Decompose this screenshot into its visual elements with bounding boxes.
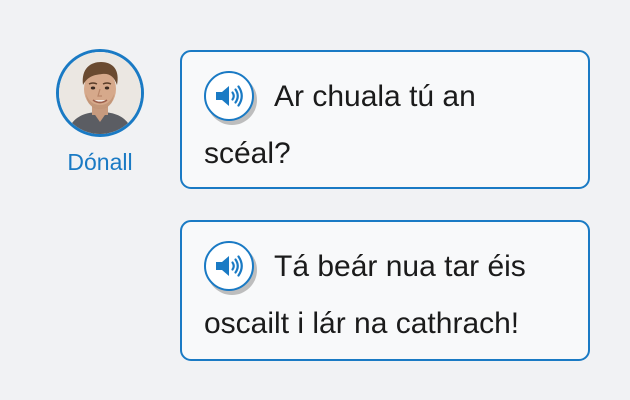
message-bubble: Tá beár nua tar éis oscailt i lár na cat… [180, 220, 590, 361]
message-bubble: Ar chuala tú an scéal? [180, 50, 590, 189]
speaker-portrait-icon [59, 52, 141, 134]
play-audio-button[interactable] [204, 241, 254, 291]
speaker-icon [216, 255, 243, 277]
speaker-avatar [56, 49, 144, 137]
play-audio-button[interactable] [204, 71, 254, 121]
speaker-icon [216, 85, 243, 107]
speaker-name: Dónall [67, 149, 133, 175]
